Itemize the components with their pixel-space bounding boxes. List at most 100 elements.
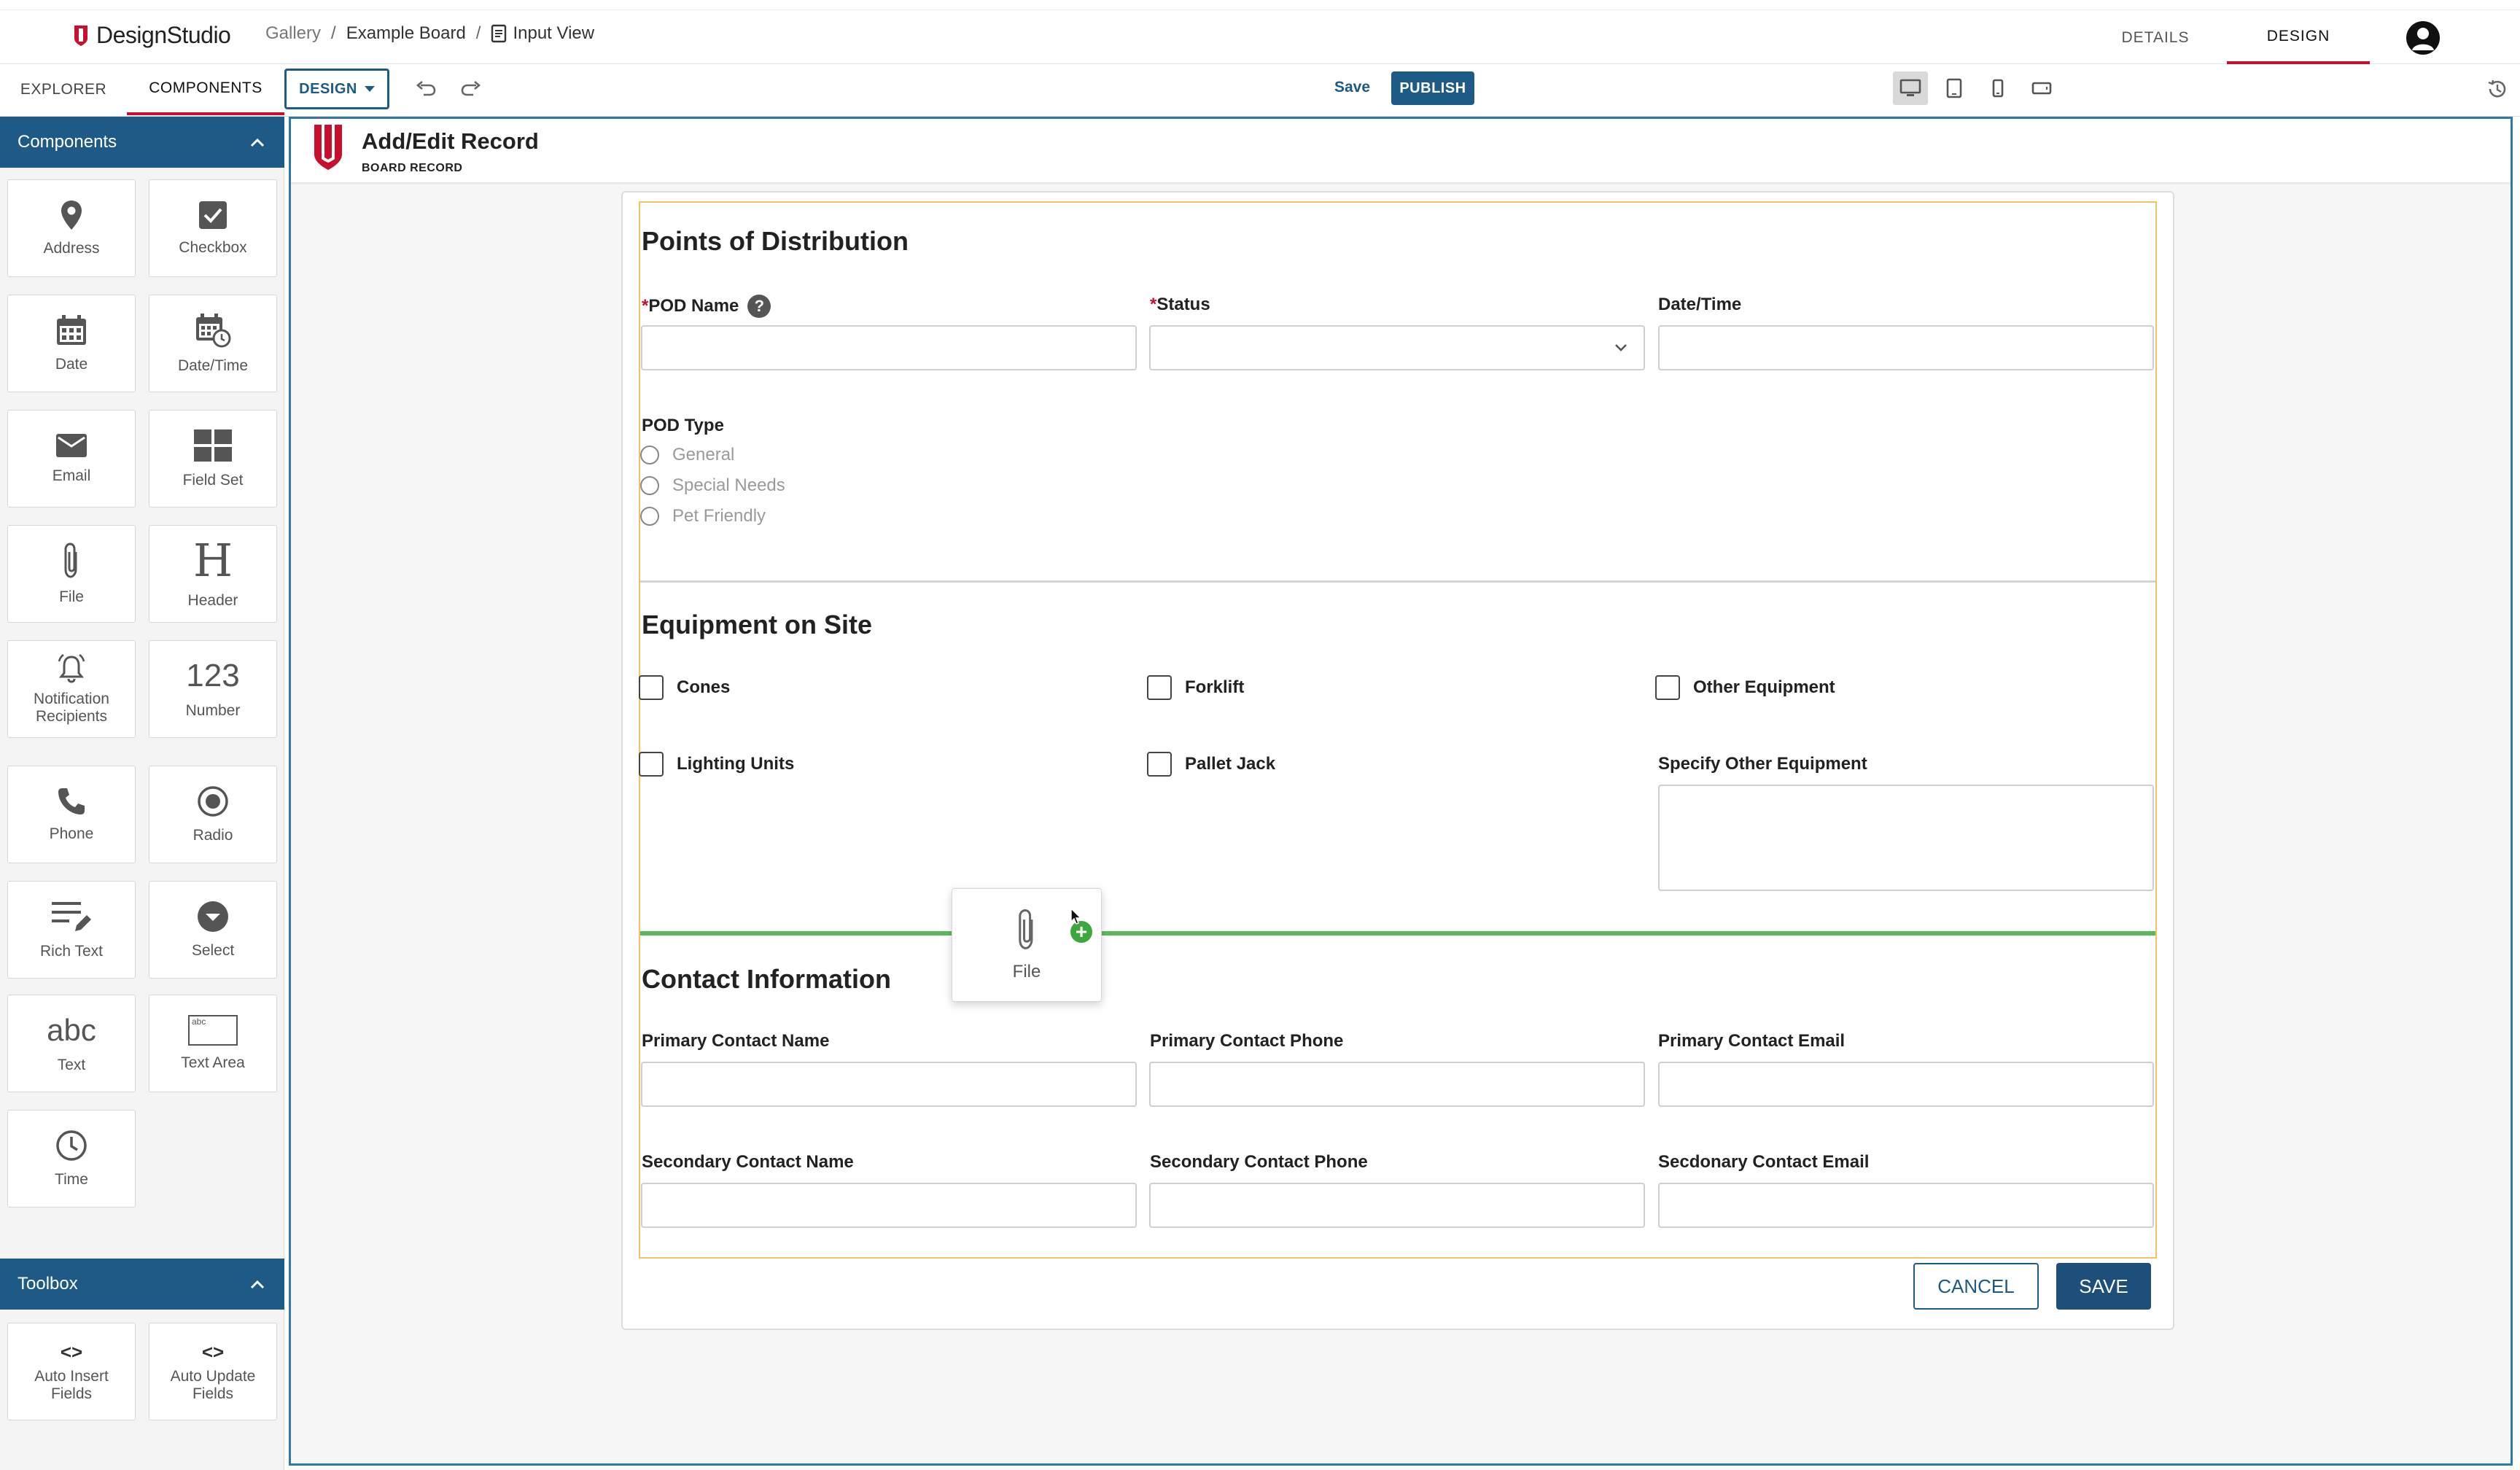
- text-icon: abc: [47, 1013, 96, 1047]
- primary-contact-email-input[interactable]: [1658, 1062, 2154, 1107]
- chevron-up-icon[interactable]: [249, 137, 265, 147]
- checkbox-box[interactable]: [1147, 752, 1172, 777]
- field-label-specify-other: Specify Other Equipment: [1658, 754, 1867, 774]
- component-text-area[interactable]: abc Text Area: [149, 995, 277, 1092]
- tab-explorer[interactable]: EXPLORER: [0, 64, 127, 115]
- component-phone[interactable]: Phone: [7, 766, 136, 863]
- secondary-contact-phone-input[interactable]: [1149, 1183, 1645, 1228]
- component-checkbox[interactable]: Checkbox: [149, 179, 277, 277]
- component-label: Radio: [192, 827, 233, 844]
- checkbox-cones[interactable]: Cones: [639, 675, 730, 700]
- component-select[interactable]: Select: [149, 881, 277, 979]
- component-label: Time: [55, 1171, 88, 1188]
- section-divider: [640, 580, 2155, 583]
- primary-contact-name-input[interactable]: [641, 1062, 1137, 1107]
- chevron-down-icon: [1615, 344, 1627, 351]
- primary-contact-phone-input[interactable]: [1149, 1062, 1645, 1107]
- component-datetime[interactable]: Date/Time: [149, 295, 277, 392]
- component-label: Rich Text: [40, 943, 103, 960]
- radio-circle[interactable]: [640, 507, 659, 526]
- textarea-icon: abc: [188, 1015, 238, 1046]
- drag-ghost-label: File: [1012, 962, 1041, 981]
- drag-ghost-file-component[interactable]: File: [952, 888, 1102, 1002]
- device-preview-toggle: [1893, 71, 2059, 105]
- component-text[interactable]: abc Text: [7, 995, 136, 1092]
- mobile-view-button[interactable]: [1980, 71, 2015, 105]
- toolbox-auto-update-fields[interactable]: <> Auto Update Fields: [149, 1323, 277, 1420]
- shield-logo-icon: [74, 25, 88, 46]
- component-header[interactable]: H Header: [149, 525, 277, 623]
- tablet-view-button[interactable]: [1937, 71, 1972, 105]
- specify-other-equipment-textarea[interactable]: [1658, 785, 2154, 891]
- breadcrumb-gallery[interactable]: Gallery: [265, 23, 321, 44]
- history-button[interactable]: [2482, 74, 2511, 104]
- tab-details[interactable]: DETAILS: [2084, 12, 2227, 64]
- toolbox-auto-insert-fields[interactable]: <> Auto Insert Fields: [7, 1323, 136, 1420]
- component-notification-recipients[interactable]: Notification Recipients: [7, 640, 136, 738]
- landscape-view-button[interactable]: [2024, 71, 2059, 105]
- radio-option-special-needs[interactable]: Special Needs: [640, 475, 785, 496]
- checkbox-box[interactable]: [639, 752, 664, 777]
- checkbox-box[interactable]: [1147, 675, 1172, 700]
- component-time[interactable]: Time: [7, 1110, 136, 1208]
- tab-design[interactable]: DESIGN: [2227, 12, 2370, 64]
- radio-option-general[interactable]: General: [640, 445, 734, 465]
- breadcrumb-board[interactable]: Example Board: [346, 23, 466, 44]
- radio-circle[interactable]: [640, 446, 659, 464]
- component-address[interactable]: Address: [7, 179, 136, 277]
- component-label: Number: [185, 702, 241, 719]
- datetime-input[interactable]: [1658, 325, 2154, 370]
- component-radio[interactable]: Radio: [149, 766, 277, 863]
- desktop-icon: [1899, 79, 1921, 96]
- checkbox-forklift[interactable]: Forklift: [1147, 675, 1244, 700]
- design-dropdown[interactable]: DESIGN: [284, 69, 389, 109]
- radio-option-pet-friendly[interactable]: Pet Friendly: [640, 506, 766, 526]
- chevron-up-icon[interactable]: [249, 1279, 265, 1289]
- component-file[interactable]: File: [7, 525, 136, 623]
- toolbox-label: Auto Update Fields: [170, 1367, 256, 1402]
- breadcrumb-view[interactable]: Input View: [491, 23, 594, 44]
- envelope-icon: [56, 434, 87, 457]
- checkbox-other-equipment[interactable]: Other Equipment: [1655, 675, 1835, 700]
- components-panel-header[interactable]: Components: [0, 117, 284, 168]
- component-date[interactable]: Date: [7, 295, 136, 392]
- tab-components[interactable]: COMPONENTS: [127, 64, 284, 115]
- breadcrumb-separator: /: [331, 23, 336, 43]
- select-icon: [198, 901, 228, 932]
- cancel-button[interactable]: CANCEL: [1913, 1263, 2039, 1310]
- component-number[interactable]: 123 Number: [149, 640, 277, 738]
- radio-circle[interactable]: [640, 476, 659, 495]
- publish-button[interactable]: PUBLISH: [1391, 71, 1474, 105]
- component-email[interactable]: Email: [7, 410, 136, 508]
- grid-icon: [194, 429, 232, 462]
- status-select[interactable]: [1149, 325, 1645, 370]
- component-label: Text: [57, 1057, 86, 1073]
- caret-down-icon: [364, 86, 375, 92]
- radio-icon: [198, 786, 228, 817]
- save-link[interactable]: Save: [1334, 79, 1370, 96]
- app-logo[interactable]: DesignStudio: [73, 22, 231, 49]
- calendar-clock-icon: [196, 314, 231, 348]
- component-fieldset[interactable]: Field Set: [149, 410, 277, 508]
- required-marker: *: [1150, 295, 1157, 314]
- checkbox-lighting-units[interactable]: Lighting Units: [639, 752, 794, 777]
- save-button[interactable]: SAVE: [2056, 1263, 2151, 1310]
- pod-name-input[interactable]: [641, 325, 1137, 370]
- component-label: Email: [52, 467, 91, 484]
- record-header: [291, 119, 2511, 183]
- checkbox-box[interactable]: [639, 675, 664, 700]
- section-title: Points of Distribution: [642, 226, 909, 256]
- section-title: Equipment on Site: [642, 610, 873, 639]
- undo-button[interactable]: [411, 76, 440, 102]
- user-avatar-icon[interactable]: [2406, 21, 2440, 55]
- desktop-view-button[interactable]: [1893, 71, 1928, 105]
- checkbox-pallet-jack[interactable]: Pallet Jack: [1147, 752, 1275, 777]
- secondary-contact-name-input[interactable]: [641, 1183, 1137, 1228]
- header-h-icon: H: [192, 534, 233, 587]
- secondary-contact-email-input[interactable]: [1658, 1183, 2154, 1228]
- toolbox-panel-header[interactable]: Toolbox: [0, 1259, 284, 1310]
- redo-button[interactable]: [456, 76, 486, 102]
- checkbox-box[interactable]: [1655, 675, 1680, 700]
- help-icon[interactable]: ?: [747, 295, 771, 318]
- component-rich-text[interactable]: Rich Text: [7, 881, 136, 979]
